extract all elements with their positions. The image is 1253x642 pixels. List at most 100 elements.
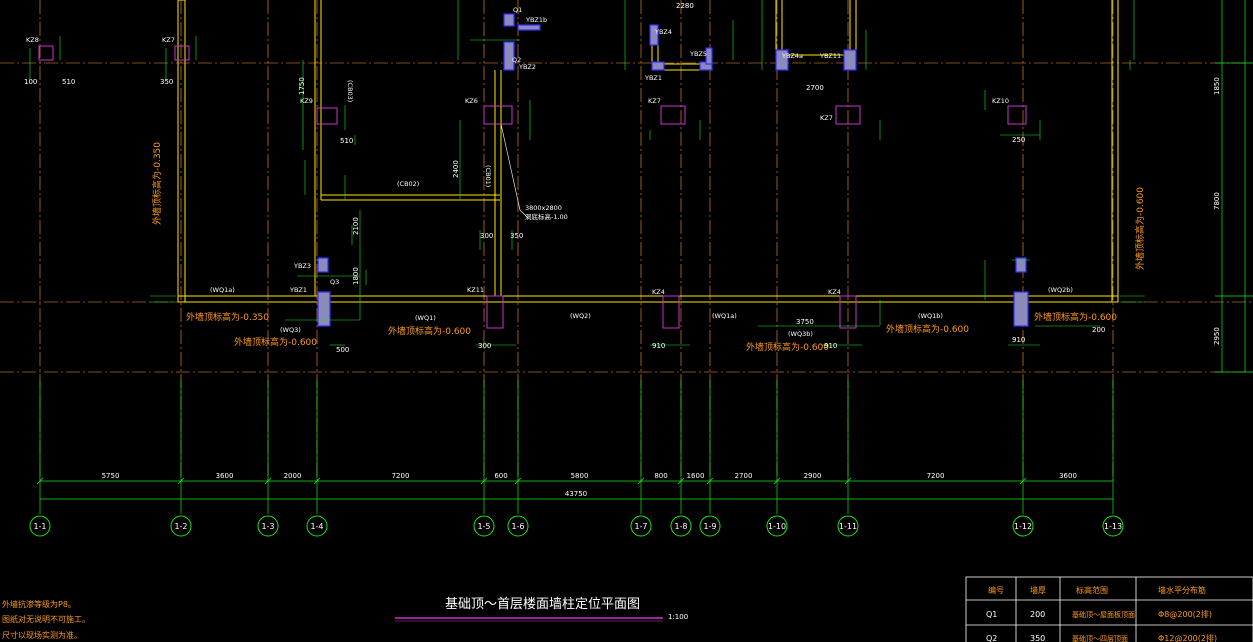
misc-dim: 510 — [340, 137, 353, 145]
misc-dim: 3750 — [796, 318, 814, 326]
elevation-note: 外墙顶标高为-0.600 — [1134, 187, 1146, 270]
misc-dim: 250 — [1012, 136, 1025, 144]
wall-label: (WQ3b) — [788, 330, 813, 338]
drawing-title: 基础顶～首层楼面墙柱定位平面图 — [445, 597, 640, 612]
elevation-note: 外墙顶标高为-0.600 — [388, 325, 471, 337]
right-dim-7800: 7800 — [1213, 192, 1221, 210]
wall-label: Q3 — [330, 278, 339, 286]
axis-label: 1-9 — [703, 522, 716, 531]
bay-dimension: 5800 — [571, 472, 589, 480]
column-kz7-a — [174, 45, 190, 61]
axis-label: 1-10 — [768, 522, 786, 531]
elevation-note: 外墙顶标高为-0.600 — [1034, 311, 1117, 323]
axis-label: 1-2 — [174, 522, 187, 531]
column-kz11 — [486, 295, 504, 329]
column-label: YBZ11 — [819, 52, 841, 60]
column-label: YBZ4 — [654, 28, 672, 36]
misc-dim: 1800 — [352, 267, 360, 285]
misc-dim: 300 — [480, 232, 493, 240]
right-dimension-lines — [1215, 0, 1253, 373]
table-header: 标高范围 — [1076, 585, 1108, 595]
axis-label: 1-11 — [839, 522, 857, 531]
column-label: KZ7 — [162, 36, 175, 44]
elevation-note: 外墙顶标高为-0.600 — [746, 341, 829, 353]
right-dim-1850: 1850 — [1213, 77, 1221, 95]
table-cell: Φ12@200(2排) — [1158, 633, 1217, 642]
bay-dimension: 800 — [654, 472, 667, 480]
drawing-scale: 1:100 — [668, 613, 688, 621]
table-header: 墙厚 — [1030, 585, 1046, 595]
elevation-note: 外墙顶标高为-0.600 — [234, 336, 317, 348]
bay-dimension: 2900 — [804, 472, 822, 480]
elevation-note: 外墙顶标高为-0.600 — [886, 323, 969, 335]
misc-dim: 300 — [478, 342, 491, 350]
cad-drawing-canvas: 1850 7800 2950 3800x2800 洞底标高-1.00 5750 … — [0, 0, 1253, 642]
table-cell: 200 — [1030, 610, 1045, 619]
wall-label: (CB03) — [346, 80, 354, 102]
wall-label: Q1 — [513, 6, 522, 14]
elevation-note: 外墙顶标高为-0.350 — [151, 142, 163, 225]
column-label: YBZ2 — [518, 63, 536, 71]
bay-dimension: 2000 — [284, 472, 302, 480]
table-cell: Q1 — [986, 610, 997, 619]
wall-label: (WQ1b) — [918, 312, 943, 320]
misc-dim: 500 — [336, 346, 349, 354]
axis-label: 1-13 — [1104, 522, 1122, 531]
opening-size: 3800x2800 — [525, 204, 562, 212]
wall-label: (WQ1a) — [712, 312, 737, 320]
axis-label: 1-4 — [310, 522, 323, 531]
bay-dimension: 3600 — [1059, 472, 1077, 480]
misc-dim: 2700 — [806, 84, 824, 92]
column-label: YBZ1 — [644, 74, 662, 82]
table-cell: 基础顶～四层顶面 — [1072, 634, 1128, 642]
column-kz8 — [38, 45, 54, 61]
wall-label: (WQ3) — [280, 326, 301, 334]
misc-dim: 2400 — [452, 160, 460, 178]
bay-dimension: 7200 — [392, 472, 410, 480]
column-kz7-b — [660, 105, 686, 125]
note-line: 图纸对无说明不可施工。 — [2, 614, 90, 624]
misc-dim: 1750 — [298, 77, 306, 95]
table-cell: Φ8@200(2排) — [1158, 609, 1212, 619]
wall-label: (WQ2b) — [1048, 286, 1073, 294]
elevation-note-group: 外墙顶标高为-0.350 外墙顶标高为-0.350 外墙顶标高为-0.600 外… — [151, 142, 1146, 353]
column-kz4-a — [662, 295, 680, 329]
misc-dim: 350 — [510, 232, 523, 240]
opening-elev: 洞底标高-1.00 — [525, 212, 568, 221]
column-label: KZ8 — [26, 36, 39, 44]
table-cell: Q2 — [986, 634, 997, 642]
misc-dim: 910 — [824, 342, 837, 350]
column-label: KZ9 — [300, 97, 313, 105]
axis-label: 1-5 — [477, 522, 490, 531]
bay-dimension: 1600 — [687, 472, 705, 480]
column-label: YBZ1 — [289, 286, 307, 294]
elevation-note: 外墙顶标高为-0.350 — [186, 311, 269, 323]
axis-label: 1-1 — [33, 522, 46, 531]
axis-label: 1-7 — [634, 522, 647, 531]
column-label: YBZ5 — [689, 50, 707, 58]
misc-dimension-group: 100 510 350 510 3750 300 350 500 300 910… — [24, 2, 1105, 354]
note-line: 外墙抗渗等级为P8。 — [2, 599, 76, 609]
axis-label: 1-3 — [261, 522, 274, 531]
column-label: YBZ3 — [293, 262, 311, 270]
axis-label: 1-8 — [674, 522, 687, 531]
misc-dim: 910 — [1012, 336, 1025, 344]
bay-dimension: 600 — [494, 472, 507, 480]
shear-wall-elements — [317, 13, 1029, 327]
axis-label: 1-6 — [511, 522, 524, 531]
table-cell: 350 — [1030, 634, 1045, 642]
column-label: YBZ1b — [525, 16, 547, 24]
column-label: YBZ4a — [781, 52, 803, 60]
column-label: KZ4 — [652, 288, 665, 296]
right-dim-2950: 2950 — [1213, 327, 1221, 345]
misc-dim: 2100 — [352, 217, 360, 235]
misc-dim: 910 — [652, 342, 665, 350]
wall-label: (WQ1) — [415, 314, 436, 322]
axis-label: 1-12 — [1014, 522, 1032, 531]
wall-label: (WQ1a) — [210, 286, 235, 294]
column-label: KZ10 — [992, 97, 1009, 105]
column-kz9 — [316, 107, 338, 125]
column-kz6 — [483, 105, 513, 125]
bay-dimension: 2700 — [735, 472, 753, 480]
bay-dimension: 7200 — [927, 472, 945, 480]
